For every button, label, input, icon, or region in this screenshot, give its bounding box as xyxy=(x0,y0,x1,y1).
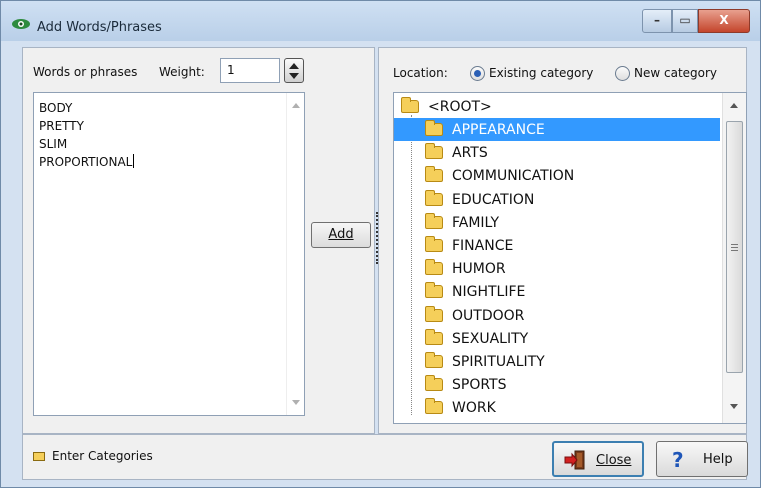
tree-item-label: EDUCATION xyxy=(452,191,535,208)
folder-icon xyxy=(425,236,443,252)
weight-input[interactable]: 1 xyxy=(220,58,280,83)
close-button[interactable]: Close xyxy=(552,441,644,477)
folder-icon xyxy=(425,120,443,136)
existing-category-radio[interactable] xyxy=(470,66,485,81)
tree-item-nightlife[interactable]: NIGHTLIFE xyxy=(394,280,720,303)
app-eye-icon xyxy=(12,19,30,29)
tree-item-label: FINANCE xyxy=(452,238,514,254)
folder-icon xyxy=(425,166,443,183)
new-category-radio[interactable] xyxy=(615,66,630,81)
maximize-icon: ▭ xyxy=(679,13,691,27)
category-tree[interactable]: <ROOT> APPEARANCE ARTS COMMUNICATION EDUCAT… xyxy=(393,92,747,424)
tree-item-finance[interactable]: FINANCE xyxy=(394,234,720,257)
tree-item-outdoor[interactable]: OUTDOOR xyxy=(394,304,720,327)
words-textarea[interactable]: BODY PRETTY SLIM PROPORTIONAL xyxy=(33,92,305,416)
exit-door-icon xyxy=(564,450,585,470)
folder-icon xyxy=(425,212,443,229)
splitter-handle[interactable] xyxy=(376,212,378,264)
help-button[interactable]: ? Help xyxy=(656,441,748,477)
folder-icon xyxy=(33,452,45,461)
tree-scroll-down-icon[interactable] xyxy=(730,404,738,409)
word-line: SLIM xyxy=(39,137,68,151)
maximize-button[interactable]: ▭ xyxy=(672,9,698,33)
folder-icon xyxy=(425,375,443,392)
window-title: Add Words/Phrases xyxy=(37,20,162,35)
tree-scroll-up-icon[interactable] xyxy=(730,103,738,108)
tree-item-label: HUMOR xyxy=(452,261,506,278)
tree-item-spirituality[interactable]: SPIRITUALITY xyxy=(394,350,720,373)
words-label: Words or phrases xyxy=(33,65,138,79)
close-button-label: Close xyxy=(596,453,632,468)
tree-item-label: WORK xyxy=(452,400,496,417)
words-text: BODY PRETTY SLIM PROPORTIONAL xyxy=(39,99,135,171)
tree-scrollbar[interactable] xyxy=(722,93,746,423)
tree-item-label: ARTS xyxy=(452,145,488,162)
word-line: PRETTY xyxy=(39,119,84,133)
folder-icon xyxy=(425,282,443,299)
minimize-button[interactable]: – xyxy=(642,9,672,33)
minimize-icon: – xyxy=(654,13,660,27)
scroll-up-icon[interactable] xyxy=(292,103,300,108)
location-label: Location: xyxy=(393,66,448,80)
folder-icon xyxy=(425,352,443,368)
tree-item-work[interactable]: WORK xyxy=(394,396,720,419)
weight-label: Weight: xyxy=(159,65,205,79)
folder-open-icon xyxy=(401,97,419,113)
tree-item-arts[interactable]: ARTS xyxy=(394,141,720,164)
tree-item-label: APPEARANCE xyxy=(452,122,545,138)
tree-item-label: SEXUALITY xyxy=(452,330,529,347)
add-button[interactable]: Add xyxy=(311,222,371,248)
word-text: PROPORTIONAL xyxy=(39,155,133,169)
weight-spinner[interactable] xyxy=(284,58,304,83)
words-scrollbar[interactable] xyxy=(286,93,304,415)
text-caret xyxy=(133,154,135,168)
tree-item-label: OUTDOOR xyxy=(452,307,525,324)
tree-item-appearance[interactable]: APPEARANCE xyxy=(394,118,720,141)
tree-item-education[interactable]: EDUCATION xyxy=(394,188,720,211)
spin-up-icon[interactable] xyxy=(289,63,299,69)
tree-item-label: SPORTS xyxy=(452,377,507,394)
question-mark-icon: ? xyxy=(672,449,684,469)
tree-item-humor[interactable]: HUMOR xyxy=(394,257,720,280)
add-button-label: Add xyxy=(328,227,354,242)
tree-item-label: SPIRITUALITY xyxy=(452,354,545,370)
enter-categories-link[interactable]: Enter Categories xyxy=(52,449,153,463)
folder-icon xyxy=(425,259,443,276)
word-line: BODY xyxy=(39,101,73,115)
tree-item-label: NIGHTLIFE xyxy=(452,284,526,301)
existing-category-label[interactable]: Existing category xyxy=(489,66,593,80)
tree-item-sexuality[interactable]: SEXUALITY xyxy=(394,327,720,350)
new-category-label[interactable]: New category xyxy=(634,66,717,80)
close-window-button[interactable]: X xyxy=(698,9,750,33)
folder-icon xyxy=(425,398,443,415)
tree-scroll-thumb[interactable] xyxy=(726,121,743,373)
title-bar[interactable]: Add Words/Phrases – ▭ X xyxy=(1,1,760,41)
tree-item-label: COMMUNICATION xyxy=(452,168,575,185)
spin-down-icon[interactable] xyxy=(289,73,299,79)
folder-icon xyxy=(425,328,443,345)
tree-item-label: FAMILY xyxy=(452,214,500,231)
tree-item-communication[interactable]: COMMUNICATION xyxy=(394,164,720,187)
folder-icon xyxy=(425,143,443,160)
tree-item-family[interactable]: FAMILY xyxy=(394,211,720,234)
tree-root[interactable]: <ROOT> xyxy=(394,95,720,118)
scroll-down-icon[interactable] xyxy=(292,400,300,405)
word-line-last: PROPORTIONAL xyxy=(39,153,135,171)
folder-icon xyxy=(425,305,443,322)
tree-root-label: <ROOT> xyxy=(428,99,492,115)
tree-item-sports[interactable]: SPORTS xyxy=(394,373,720,396)
grip-icon xyxy=(731,244,738,251)
close-icon: X xyxy=(719,13,729,27)
folder-icon xyxy=(425,189,443,206)
svg-text:?: ? xyxy=(672,449,684,469)
help-button-label: Help xyxy=(703,452,733,467)
